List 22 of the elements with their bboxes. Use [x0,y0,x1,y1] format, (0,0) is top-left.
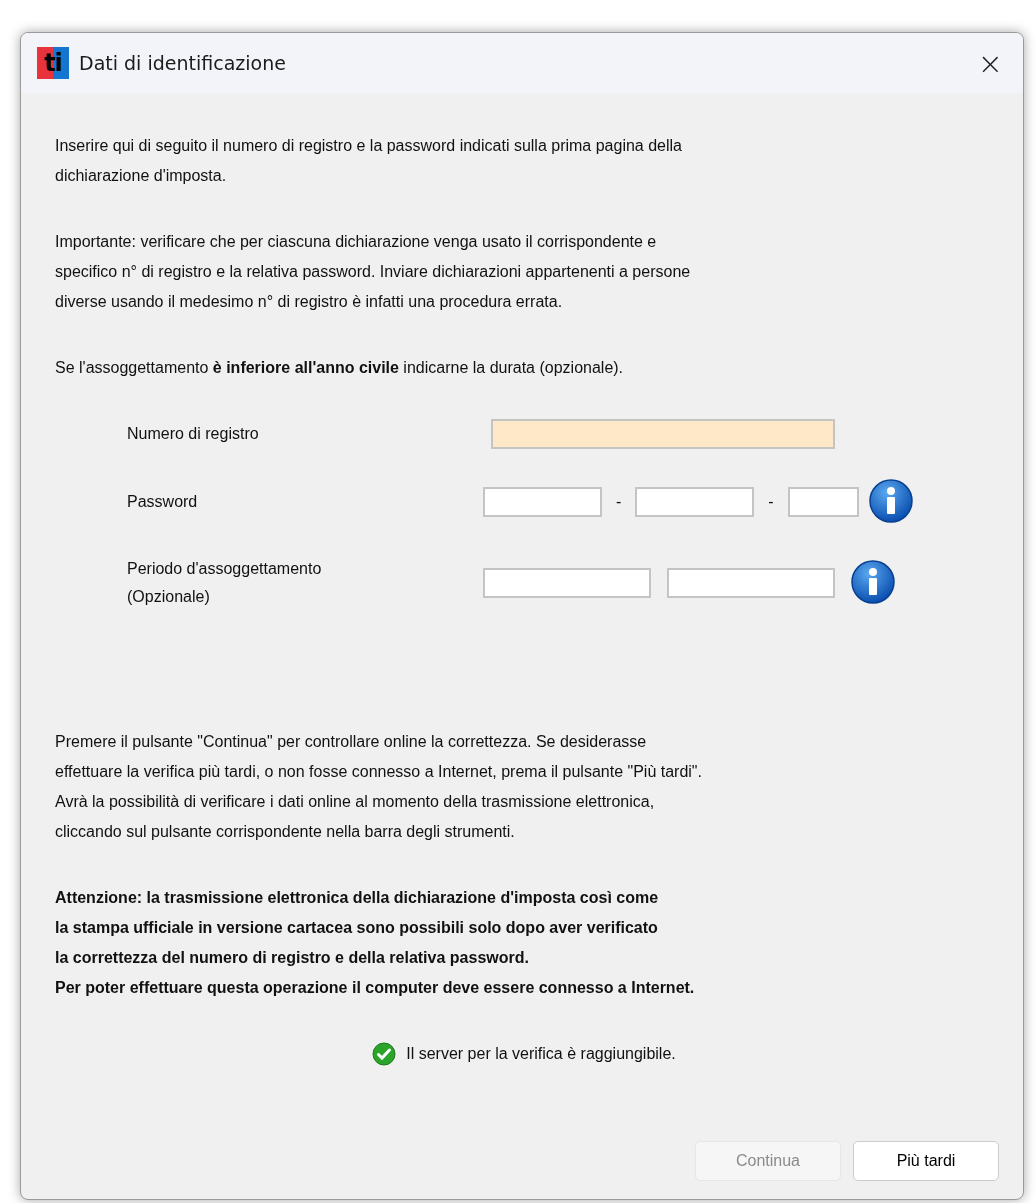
info-icon[interactable] [868,479,915,525]
paragraph: Se l'assoggettamento è inferiore all'anno civile indicarne la durata (opzionale). [55,358,625,378]
separator: - [616,492,622,512]
paragraph: Inserire qui di seguito il numero di registro e la password indicati sulla prima pagina della dichiarazione d'imposta. [55,136,683,186]
input-field[interactable] [787,487,859,517]
field-label: Periodo d'assoggettamento (Opzionale) [127,559,323,607]
input-field[interactable] [635,487,755,517]
window-title: Dati di identificazione [79,52,287,74]
input-field[interactable] [483,568,651,598]
field-label: Numero di registro [127,424,260,444]
separator: - [768,492,774,512]
field-label: Password [127,492,199,512]
input-field[interactable] [483,487,602,517]
info-icon[interactable] [851,560,897,606]
close-button[interactable]: × [971,45,1009,81]
dialog-button[interactable]: Più tardi [853,1141,999,1181]
instructions-text: Premere il pulsante "Continua" per controllare online la correttezza. Se desiderasse effettuare la verifica più tardi, o non fosse connesso a Internet, prema il pulsante "Più tardi". Avrà la possibilità di verificare i dati online al momento della trasmissione elettronica, cliccando sul pulsante corrispondente nella barra degli strumenti. [55,732,703,842]
input-field[interactable] [491,419,835,449]
input-field[interactable] [667,568,835,598]
paragraph: Importante: verificare che per ciascuna dichiarazione venga usato il corrispondente e specifico n° di registro e la relativa password. Inviare dichiarazioni appartenenti a persone diverse usando il medesimo n° di registro è infatti una procedura errata. [55,232,692,312]
warning-text: Attenzione: la trasmissione elettronica della dichiarazione d'imposta così come la stampa ufficiale in versione cartacea sono possibili solo dopo aver verificato la correttezza del numero di registro e della relativa password. Per poter effettuare questa operazione il computer deve essere connesso a Internet. [55,888,696,998]
status-text: Il server per la verifica è raggiungibile. [406,1044,676,1064]
